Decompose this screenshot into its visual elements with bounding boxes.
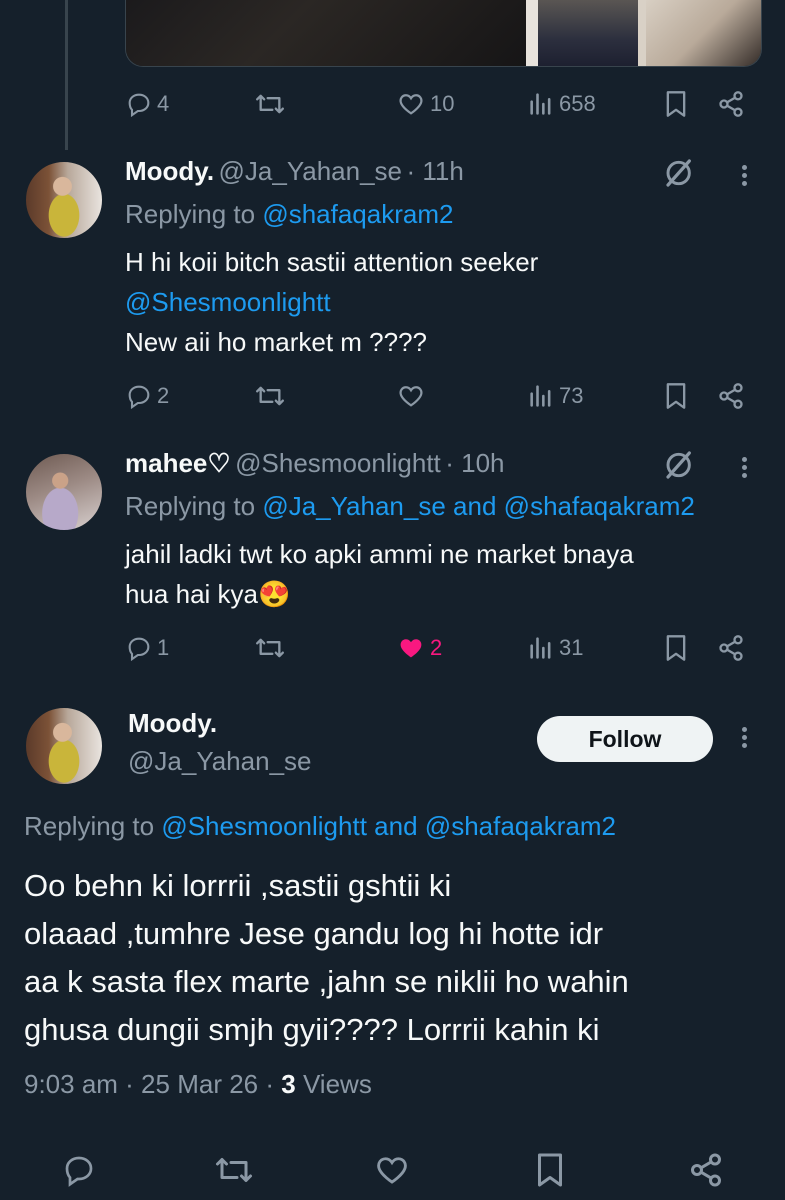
mention-link[interactable]: @shafaqakram2	[425, 811, 616, 841]
heart-icon	[399, 94, 423, 115]
replying-to: Replying to @shafaqakram2	[125, 199, 454, 229]
like-button[interactable]	[396, 382, 426, 410]
retweet-icon	[255, 94, 284, 114]
timestamp[interactable]: 9:03 am · 25 Mar 26 ·	[24, 1069, 274, 1099]
display-name[interactable]: mahee♡	[125, 448, 231, 478]
mention-link[interactable]: @Shesmoonlightt	[161, 811, 367, 841]
reply-count: 4	[157, 91, 170, 116]
share-button[interactable]	[716, 90, 746, 118]
bookmark-icon	[538, 1153, 562, 1187]
share-icon	[719, 635, 743, 661]
username[interactable]: @Shesmoonlightt	[235, 448, 441, 478]
like-count: 2	[430, 635, 443, 660]
share-icon	[719, 383, 743, 409]
like-count: 10	[430, 91, 455, 116]
mention-link[interactable]: @shafaqakram2	[504, 491, 695, 521]
tweet-text: Oo behn ki lorrrii ,sastii gshtii ki ola…	[24, 868, 629, 1047]
reply-count: 2	[157, 383, 170, 408]
views-button[interactable]: 31	[527, 634, 583, 662]
views-icon	[530, 385, 551, 407]
username[interactable]: @Ja_Yahan_se	[219, 156, 403, 186]
replying-to: Replying to @Shesmoonlightt and @shafaqa…	[24, 811, 616, 841]
reply-icon	[128, 637, 150, 662]
timestamp[interactable]: · 10h	[445, 448, 504, 478]
like-button[interactable]: 2	[396, 634, 442, 662]
views-count: 658	[559, 91, 596, 116]
bookmark-button[interactable]	[664, 382, 688, 410]
tweet-header: Moody. @Ja_Yahan_se · 11h	[125, 156, 464, 187]
retweet-icon	[255, 386, 284, 406]
views-button[interactable]: 73	[527, 382, 583, 410]
tweet-meta: 9:03 am · 25 Mar 26 · 3 Views	[24, 1064, 372, 1104]
reply-button[interactable]: 1	[125, 634, 169, 662]
heart-icon	[399, 386, 423, 407]
grok-icon[interactable]	[664, 156, 696, 195]
views-count: 3	[281, 1069, 296, 1099]
more-options-icon[interactable]	[740, 162, 748, 189]
tweet-text: jahil ladki twt ko apki ammi ne market b…	[125, 539, 634, 609]
display-name[interactable]: Moody.	[128, 708, 217, 739]
reply-count: 1	[157, 635, 170, 660]
reply-icon	[128, 93, 150, 118]
avatar[interactable]	[24, 452, 104, 532]
share-icon	[719, 91, 743, 117]
avatar[interactable]	[24, 706, 104, 786]
retweet-icon	[255, 638, 284, 658]
display-name[interactable]: Moody.	[125, 156, 214, 186]
reply-button[interactable]: 2	[125, 382, 169, 410]
tweet-text: H hi koii bitch sastii attention seeker …	[125, 242, 745, 362]
share-button[interactable]	[686, 1152, 726, 1188]
mention-link[interactable]: @Ja_Yahan_se	[262, 491, 446, 521]
retweet-button[interactable]	[212, 1152, 256, 1188]
bookmark-icon	[666, 383, 686, 409]
username[interactable]: @Ja_Yahan_se	[128, 746, 312, 777]
views-label: Views	[302, 1069, 372, 1099]
thread-line	[65, 0, 68, 150]
share-icon	[691, 1153, 721, 1187]
share-button[interactable]	[716, 382, 746, 410]
tweet-header: mahee♡ @Shesmoonlightt · 10h	[125, 448, 505, 479]
views-count: 73	[559, 383, 584, 408]
bookmark-button[interactable]	[664, 634, 688, 662]
views-icon	[530, 637, 551, 659]
avatar[interactable]	[24, 160, 104, 240]
like-button[interactable]	[372, 1152, 412, 1188]
reply-button[interactable]: 4	[125, 90, 169, 118]
retweet-button[interactable]	[253, 634, 287, 662]
bookmark-button[interactable]	[534, 1152, 566, 1188]
grok-icon[interactable]	[664, 448, 696, 487]
follow-button[interactable]: Follow	[537, 716, 713, 762]
bookmark-icon	[666, 635, 686, 661]
views-button[interactable]: 658	[527, 90, 596, 118]
heart-icon	[377, 1157, 407, 1184]
retweet-icon	[216, 1158, 252, 1182]
reply-button[interactable]	[60, 1152, 98, 1188]
timestamp[interactable]: · 11h	[406, 156, 463, 186]
more-options-icon[interactable]	[740, 724, 748, 751]
retweet-button[interactable]	[253, 382, 287, 410]
tweet-media-image[interactable]	[125, 0, 762, 67]
like-button[interactable]: 10	[396, 90, 454, 118]
heart-filled-icon	[400, 639, 422, 658]
share-button[interactable]	[716, 634, 746, 662]
bookmark-button[interactable]	[664, 90, 688, 118]
views-count: 31	[559, 635, 584, 660]
reply-icon	[128, 385, 150, 410]
views-icon	[530, 93, 551, 115]
bookmark-icon	[666, 91, 686, 117]
mention-link[interactable]: @Shesmoonlightt	[125, 282, 745, 322]
more-options-icon[interactable]	[740, 454, 748, 481]
retweet-button[interactable]	[253, 90, 287, 118]
mention-link[interactable]: @shafaqakram2	[262, 199, 453, 229]
reply-icon	[65, 1156, 93, 1187]
replying-to: Replying to @Ja_Yahan_se and @shafaqakra…	[125, 491, 695, 521]
